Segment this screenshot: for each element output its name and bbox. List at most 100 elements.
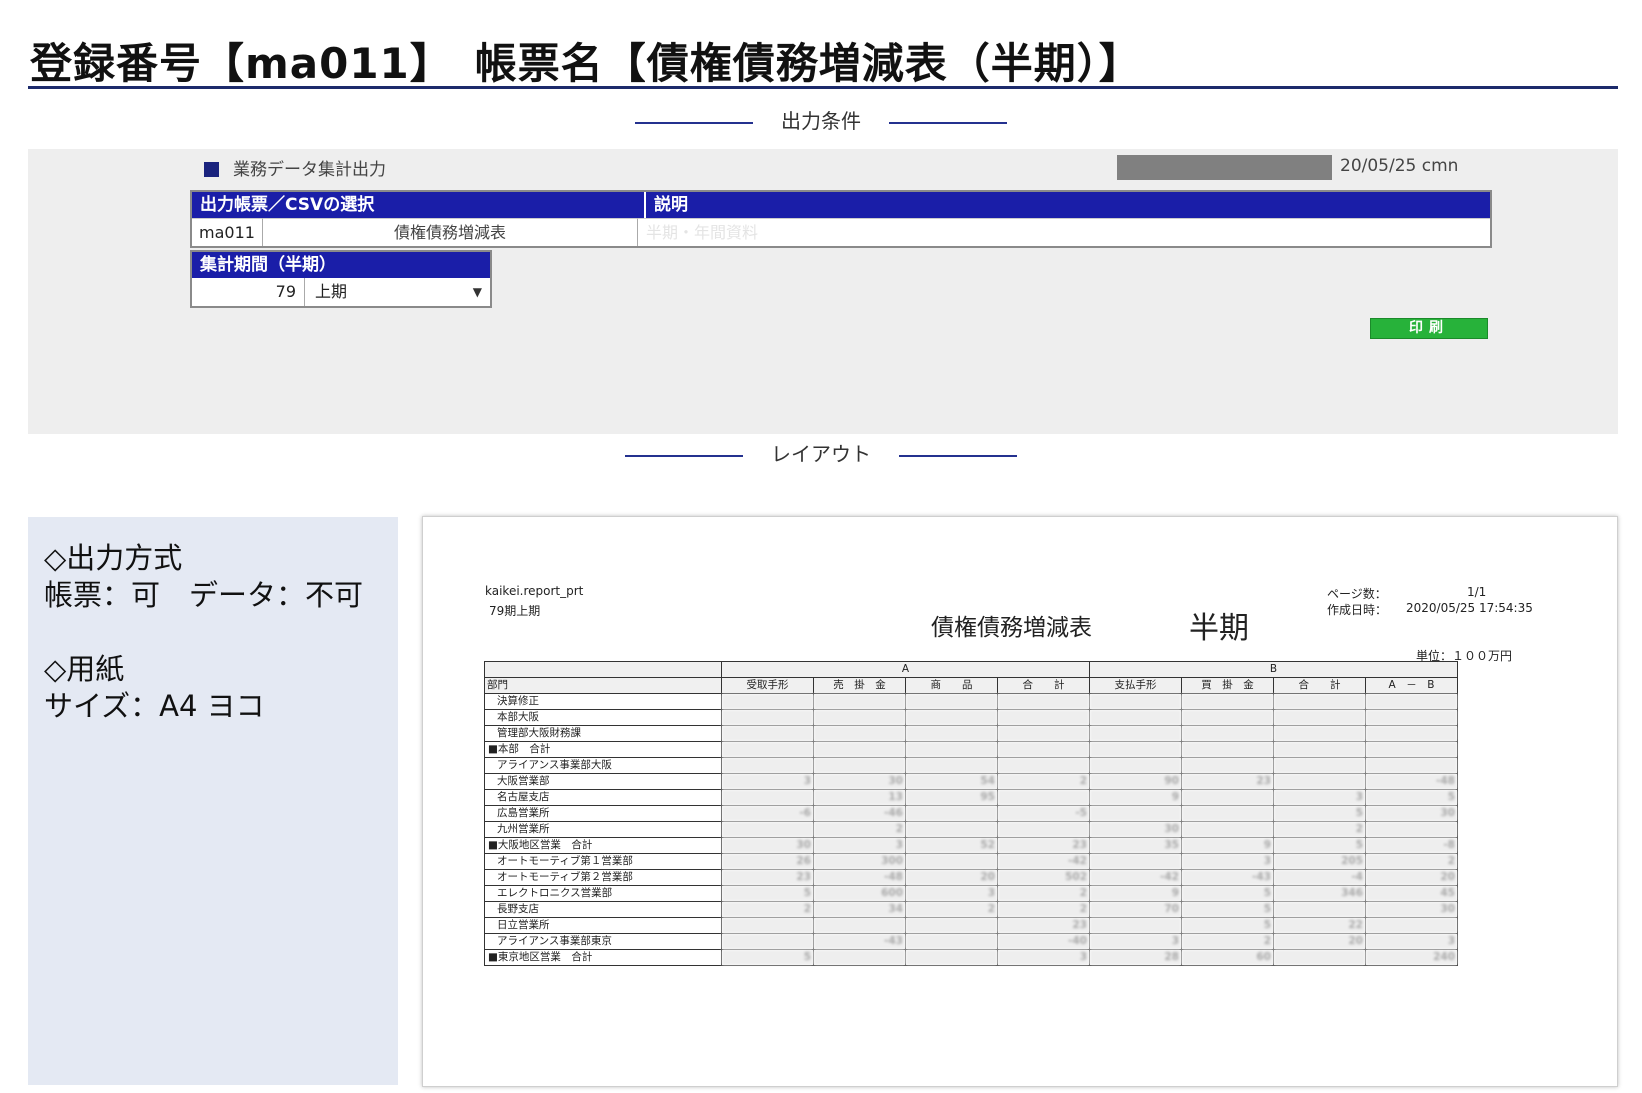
system-name: 業務データ集計出力 <box>204 155 386 180</box>
value-cell <box>1181 805 1274 822</box>
dept-cell: 決算修正 <box>484 693 722 710</box>
value-cell <box>1273 773 1366 790</box>
value-cell: -4 <box>1273 869 1366 886</box>
value-cell: 502 <box>997 869 1090 886</box>
table-row: エレクトロニクス営業部 5 600 3 2 9 5 346 45 <box>484 885 1458 902</box>
period-row: 79 上期 ▼ <box>192 278 490 306</box>
value-cell <box>721 933 814 950</box>
table-row: 九州営業所 2 30 2 <box>484 821 1458 838</box>
report-row[interactable]: ma011 債権債務増減表 半期・年間資料 <box>192 218 1490 246</box>
value-cell <box>813 949 906 966</box>
value-cell: 54 <box>905 773 998 790</box>
value-cell: 3 <box>721 773 814 790</box>
value-cell <box>1273 757 1366 774</box>
value-cell <box>1089 709 1182 726</box>
value-cell <box>905 709 998 726</box>
table-row: 名古屋支店 13 95 9 3 5 <box>484 789 1458 806</box>
value-cell <box>997 709 1090 726</box>
heading-rule-right <box>889 121 1007 124</box>
method-heading: ◇出力方式 <box>44 541 183 575</box>
table-row: ■東京地区営業 合計 5 3 28 60 240 <box>484 949 1458 966</box>
value-cell <box>721 725 814 742</box>
table-row: アライアンス事業部大阪 <box>484 757 1458 774</box>
table-row: 本部大阪 <box>484 709 1458 726</box>
conditions-heading-label: 出力条件 <box>781 109 861 133</box>
value-cell <box>1365 757 1458 774</box>
value-cell: 30 <box>1365 901 1458 918</box>
value-cell <box>813 709 906 726</box>
heading-rule-left <box>625 454 743 457</box>
value-cell: 90 <box>1089 773 1182 790</box>
value-cell: 30 <box>1365 805 1458 822</box>
value-cell: -42 <box>997 853 1090 870</box>
value-cell: 5 <box>1273 805 1366 822</box>
value-cell: 5 <box>1181 901 1274 918</box>
value-cell: 20 <box>1365 869 1458 886</box>
value-cell: 300 <box>813 853 906 870</box>
value-cell: -6 <box>721 805 814 822</box>
value-cell <box>905 757 998 774</box>
dept-cell: 九州営業所 <box>484 821 722 838</box>
value-cell <box>1181 709 1274 726</box>
value-cell: 9 <box>1089 885 1182 902</box>
dept-cell: 名古屋支店 <box>484 789 722 806</box>
column-header: 支払手形 <box>1089 677 1182 694</box>
group-b-header: B <box>1089 661 1458 678</box>
system-name-label: 業務データ集計出力 <box>233 160 386 180</box>
value-cell <box>905 853 998 870</box>
value-cell <box>1273 693 1366 710</box>
layout-heading-label: レイアウト <box>771 442 871 466</box>
value-cell: 60 <box>1181 949 1274 966</box>
value-cell <box>997 741 1090 758</box>
value-cell: 52 <box>905 837 998 854</box>
preview-period: 79期上期 <box>489 604 541 618</box>
value-cell: 5 <box>1365 789 1458 806</box>
column-header: A － B <box>1365 677 1458 694</box>
value-cell: 23 <box>1181 773 1274 790</box>
period-number-input[interactable]: 79 <box>192 278 305 306</box>
value-cell: 3 <box>1273 789 1366 806</box>
value-cell: 20 <box>905 869 998 886</box>
preview-half: 半期 <box>1189 611 1249 646</box>
value-cell: 3 <box>1089 933 1182 950</box>
value-cell <box>997 789 1090 806</box>
value-cell: 2 <box>997 885 1090 902</box>
preview-title: 債権債務増減表 <box>931 615 1092 641</box>
dept-cell: オートモーティブ第１営業部 <box>484 853 722 870</box>
dept-cell: オートモーティブ第２営業部 <box>484 869 722 886</box>
paper-value: サイズ：A4 ヨコ <box>44 689 265 723</box>
preview-source: kaikei.report_prt <box>485 584 584 598</box>
paper-heading: ◇用紙 <box>44 652 125 686</box>
value-cell <box>1273 949 1366 966</box>
value-cell: 5 <box>1273 837 1366 854</box>
report-select-table: 出力帳票／CSVの選択 説明 ma011 債権債務増減表 半期・年間資料 <box>190 190 1492 248</box>
value-cell: 23 <box>997 837 1090 854</box>
value-cell <box>1089 853 1182 870</box>
print-button[interactable]: 印刷 <box>1370 318 1488 339</box>
table-row: 広島営業所 -6 -46 -5 5 30 <box>484 805 1458 822</box>
value-cell <box>905 693 998 710</box>
dept-cell: ■大阪地区営業 合計 <box>484 837 722 854</box>
value-cell <box>905 741 998 758</box>
value-cell <box>1365 725 1458 742</box>
value-cell <box>1181 693 1274 710</box>
value-cell <box>905 805 998 822</box>
page-title: 登録番号【ma011】 帳票名【債権債務増減表（半期）】 <box>30 39 1142 88</box>
value-cell <box>1181 789 1274 806</box>
layout-section-heading: レイアウト <box>0 438 1642 467</box>
value-cell: 346 <box>1273 885 1366 902</box>
dept-cell: 長野支店 <box>484 901 722 918</box>
dept-cell: エレクトロニクス営業部 <box>484 885 722 902</box>
dept-cell: ■東京地区営業 合計 <box>484 949 722 966</box>
table-row: 決算修正 <box>484 693 1458 710</box>
half-select[interactable]: 上期 ▼ <box>305 278 490 306</box>
value-cell: 13 <box>813 789 906 806</box>
dept-cell: 管理部大阪財務課 <box>484 725 722 742</box>
value-cell <box>1089 917 1182 934</box>
value-cell: 5 <box>721 885 814 902</box>
preview-page-label: ページ数： <box>1327 587 1387 601</box>
value-cell <box>1181 725 1274 742</box>
value-cell: 23 <box>997 917 1090 934</box>
column-header: 部門 <box>484 677 722 694</box>
preview-table: A B 部門 受取手形売 掛 金商 品合 計支払手形買 掛 金合 計A － B 決… <box>484 661 1458 966</box>
